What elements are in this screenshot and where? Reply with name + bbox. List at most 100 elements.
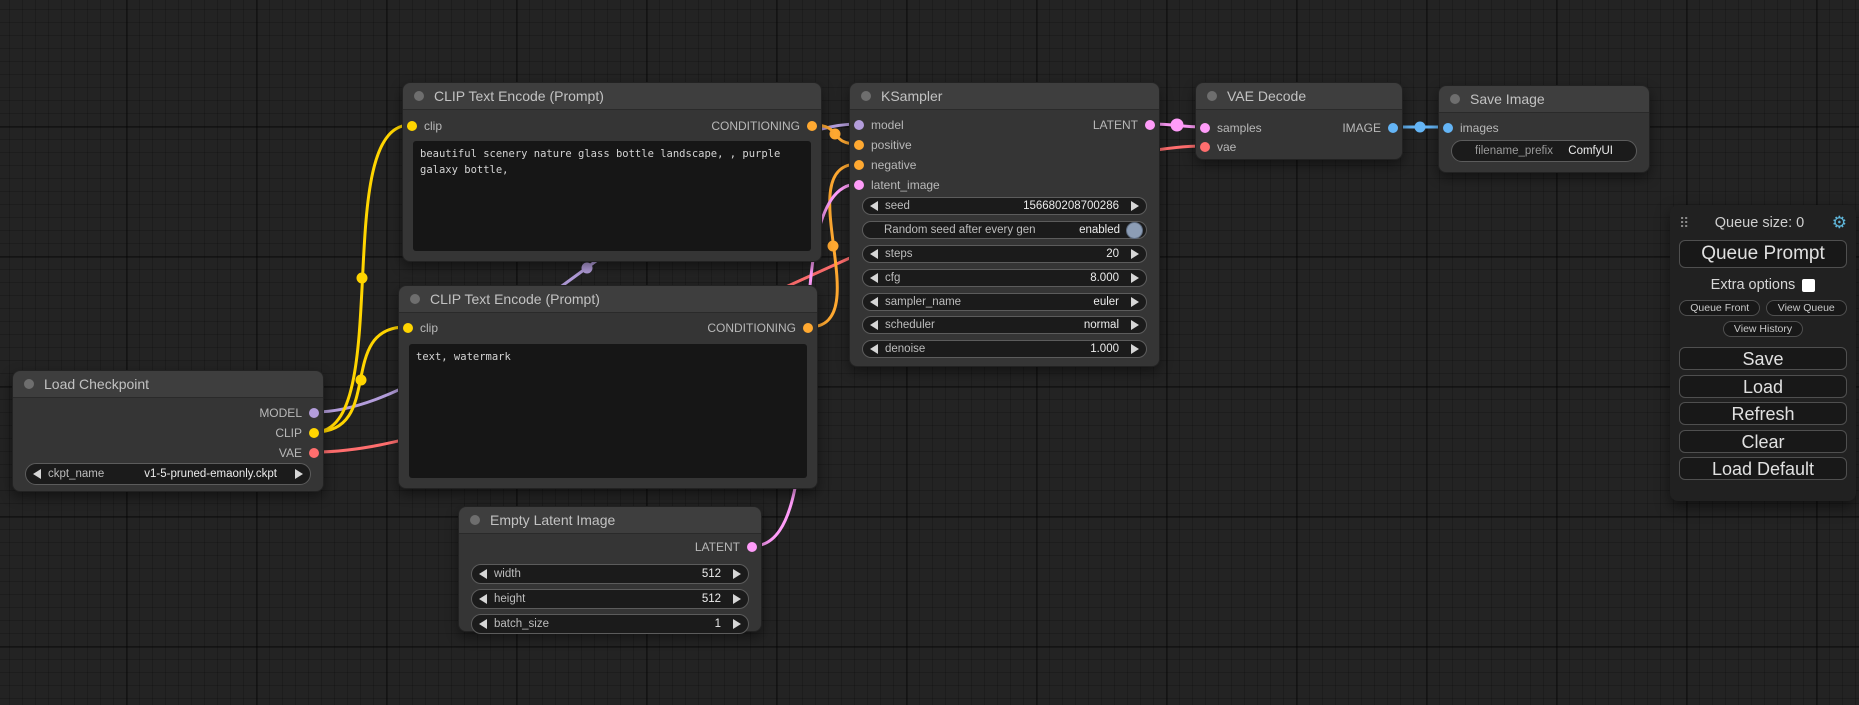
view-history-button[interactable]: View History	[1723, 321, 1803, 337]
widget-width[interactable]: width 512	[471, 564, 749, 584]
collapse-dot-icon[interactable]	[861, 91, 871, 101]
widget-random-seed-toggle[interactable]: Random seed after every gen enabled	[862, 221, 1147, 239]
refresh-button[interactable]: Refresh	[1679, 402, 1847, 425]
port-dot-clip[interactable]	[403, 323, 413, 333]
load-default-button[interactable]: Load Default	[1679, 457, 1847, 480]
clear-button[interactable]: Clear	[1679, 430, 1847, 453]
widget-ckpt-name[interactable]: ckpt_name v1-5-pruned-emaonly.ckpt	[25, 463, 311, 485]
load-button[interactable]: Load	[1679, 375, 1847, 398]
widget-filename-prefix[interactable]: filename_prefix ComfyUI	[1451, 140, 1637, 162]
prev-arrow-icon[interactable]	[479, 594, 487, 604]
port-input-positive[interactable]: positive	[854, 135, 912, 155]
prev-arrow-icon[interactable]	[870, 249, 878, 259]
next-arrow-icon[interactable]	[1131, 297, 1139, 307]
prev-arrow-icon[interactable]	[870, 201, 878, 211]
port-input-clip[interactable]: clip	[407, 116, 442, 136]
collapse-dot-icon[interactable]	[470, 515, 480, 525]
collapse-dot-icon[interactable]	[1450, 94, 1460, 104]
node-clip-text-encode-negative[interactable]: CLIP Text Encode (Prompt) clip CONDITION…	[398, 285, 818, 489]
widget-batch-size[interactable]: batch_size 1	[471, 614, 749, 634]
port-dot-model[interactable]	[309, 408, 319, 418]
queue-prompt-button[interactable]: Queue Prompt	[1679, 240, 1847, 268]
widget-seed[interactable]: seed 156680208700286	[862, 197, 1147, 215]
widget-height[interactable]: height 512	[471, 589, 749, 609]
port-output-latent[interactable]: LATENT	[1093, 115, 1155, 135]
port-dot-model[interactable]	[854, 120, 864, 130]
node-ksampler[interactable]: KSampler model positive negative latent_…	[849, 82, 1160, 367]
node-vae-decode[interactable]: VAE Decode samples vae IMAGE	[1195, 82, 1403, 160]
port-dot-clip[interactable]	[407, 121, 417, 131]
node-header[interactable]: KSampler	[850, 83, 1159, 110]
next-arrow-icon[interactable]	[1131, 201, 1139, 211]
widget-steps[interactable]: steps 20	[862, 245, 1147, 263]
port-dot-latent[interactable]	[854, 180, 864, 190]
gear-icon[interactable]: ⚙	[1832, 215, 1847, 231]
port-input-clip[interactable]: clip	[403, 318, 438, 338]
widget-sampler-name[interactable]: sampler_name euler	[862, 293, 1147, 311]
widget-denoise[interactable]: denoise 1.000	[862, 340, 1147, 358]
prompt-textarea[interactable]: text, watermark	[409, 344, 807, 478]
port-input-samples[interactable]: samples	[1200, 118, 1262, 138]
prev-arrow-icon[interactable]	[870, 320, 878, 330]
port-dot-vae[interactable]	[1200, 142, 1210, 152]
node-save-image[interactable]: Save Image images filename_prefix ComfyU…	[1438, 85, 1650, 173]
collapse-dot-icon[interactable]	[1207, 91, 1217, 101]
port-input-negative[interactable]: negative	[854, 155, 916, 175]
next-arrow-icon[interactable]	[1131, 320, 1139, 330]
port-output-conditioning[interactable]: CONDITIONING	[711, 116, 817, 136]
node-header[interactable]: Empty Latent Image	[459, 507, 761, 534]
node-clip-text-encode-positive[interactable]: CLIP Text Encode (Prompt) clip CONDITION…	[402, 82, 822, 262]
port-dot-vae[interactable]	[309, 448, 319, 458]
port-dot-conditioning[interactable]	[803, 323, 813, 333]
prev-arrow-icon[interactable]	[33, 469, 41, 479]
next-arrow-icon[interactable]	[1131, 273, 1139, 283]
prev-arrow-icon[interactable]	[870, 297, 878, 307]
node-header[interactable]: VAE Decode	[1196, 83, 1402, 110]
prev-arrow-icon[interactable]	[479, 619, 487, 629]
prev-arrow-icon[interactable]	[479, 569, 487, 579]
node-empty-latent-image[interactable]: Empty Latent Image LATENT width 512 heig…	[458, 506, 762, 632]
node-header[interactable]: CLIP Text Encode (Prompt)	[403, 83, 821, 110]
port-dot-latent[interactable]	[1200, 123, 1210, 133]
port-input-images[interactable]: images	[1443, 118, 1499, 138]
port-dot-image[interactable]	[1388, 123, 1398, 133]
port-dot-conditioning[interactable]	[854, 140, 864, 150]
port-output-conditioning[interactable]: CONDITIONING	[707, 318, 813, 338]
drag-handle-icon[interactable]: ⠿	[1679, 217, 1687, 229]
port-dot-conditioning[interactable]	[807, 121, 817, 131]
next-arrow-icon[interactable]	[295, 469, 303, 479]
next-arrow-icon[interactable]	[1131, 344, 1139, 354]
port-output-image[interactable]: IMAGE	[1342, 118, 1398, 138]
next-arrow-icon[interactable]	[733, 594, 741, 604]
collapse-dot-icon[interactable]	[410, 294, 420, 304]
port-dot-latent[interactable]	[747, 542, 757, 552]
toggle-circle-icon[interactable]	[1126, 222, 1143, 239]
port-output-clip[interactable]: CLIP	[275, 423, 319, 443]
port-dot-conditioning[interactable]	[854, 160, 864, 170]
prev-arrow-icon[interactable]	[870, 344, 878, 354]
widget-cfg[interactable]: cfg 8.000	[862, 269, 1147, 287]
view-queue-button[interactable]: View Queue	[1766, 300, 1847, 316]
widget-scheduler[interactable]: scheduler normal	[862, 316, 1147, 334]
save-button[interactable]: Save	[1679, 347, 1847, 370]
port-dot-latent[interactable]	[1145, 120, 1155, 130]
port-output-vae[interactable]: VAE	[279, 443, 319, 463]
port-input-model[interactable]: model	[854, 115, 904, 135]
prev-arrow-icon[interactable]	[870, 273, 878, 283]
node-header[interactable]: CLIP Text Encode (Prompt)	[399, 286, 817, 313]
port-input-vae[interactable]: vae	[1200, 137, 1236, 157]
node-header[interactable]: Save Image	[1439, 86, 1649, 113]
port-output-latent[interactable]: LATENT	[695, 537, 757, 557]
next-arrow-icon[interactable]	[1131, 249, 1139, 259]
next-arrow-icon[interactable]	[733, 619, 741, 629]
node-load-checkpoint[interactable]: Load Checkpoint MODEL CLIP VAE ckpt_name…	[12, 370, 324, 492]
next-arrow-icon[interactable]	[733, 569, 741, 579]
collapse-dot-icon[interactable]	[414, 91, 424, 101]
node-header[interactable]: Load Checkpoint	[13, 371, 323, 398]
queue-front-button[interactable]: Queue Front	[1679, 300, 1760, 316]
extra-options-checkbox[interactable]	[1802, 279, 1815, 292]
port-dot-image[interactable]	[1443, 123, 1453, 133]
prompt-textarea[interactable]: beautiful scenery nature glass bottle la…	[413, 141, 811, 251]
port-output-model[interactable]: MODEL	[259, 403, 319, 423]
port-dot-clip[interactable]	[309, 428, 319, 438]
